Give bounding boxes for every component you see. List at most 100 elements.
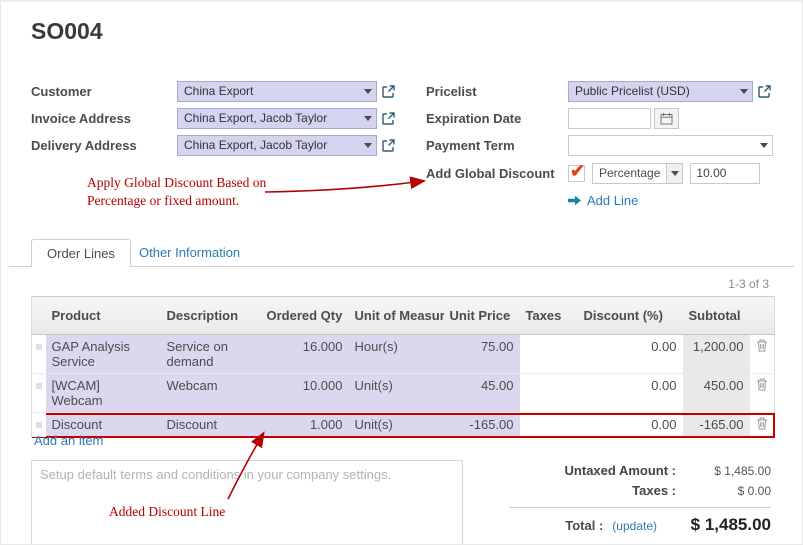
cell-subtotal: 1,200.00: [683, 335, 750, 374]
tab-other-information-label: Other Information: [139, 245, 240, 260]
chevron-down-icon: [740, 89, 748, 94]
field-row-invoice-address: Invoice Address China Export, Jacob Tayl…: [31, 107, 395, 129]
add-line-arrow-icon: [568, 195, 581, 206]
arrow-to-global-discount: [265, 181, 423, 192]
order-line-row-discount[interactable]: Discount Discount 1.000 Unit(s) -165.00 …: [32, 413, 775, 438]
sale-order-form: SO004 Customer China Export Invoice Addr…: [0, 0, 803, 545]
totals-divider: [509, 507, 771, 508]
external-link-icon: [382, 139, 395, 152]
taxes-row: Taxes : $ 0.00: [509, 483, 771, 498]
cell-discount[interactable]: 0.00: [578, 374, 683, 413]
trash-icon: [756, 339, 768, 352]
order-line-row[interactable]: [WCAM] Webcam Webcam 10.000 Unit(s) 45.0…: [32, 374, 775, 413]
cell-unit-price[interactable]: 75.00: [444, 335, 520, 374]
header-taxes: Taxes: [520, 297, 578, 335]
cell-taxes[interactable]: [520, 413, 578, 438]
untaxed-amount-row: Untaxed Amount : $ 1,485.00: [509, 463, 771, 478]
terms-and-conditions-textarea[interactable]: [31, 460, 463, 545]
cell-ordered-qty[interactable]: 10.000: [261, 374, 349, 413]
cell-unit-of-measure[interactable]: Unit(s): [349, 413, 444, 438]
cell-discount[interactable]: 0.00: [578, 413, 683, 438]
delete-row-button[interactable]: [750, 335, 775, 374]
tab-order-lines-label: Order Lines: [47, 246, 115, 261]
cell-description[interactable]: Webcam: [161, 374, 261, 413]
expiration-date-label: Expiration Date: [426, 111, 568, 126]
taxes-label: Taxes :: [632, 483, 676, 498]
cell-unit-price[interactable]: 45.00: [444, 374, 520, 413]
untaxed-amount-value: $ 1,485.00: [676, 464, 771, 478]
customer-dropdown[interactable]: China Export: [177, 81, 377, 102]
external-link-icon: [382, 112, 395, 125]
header-description: Description: [161, 297, 261, 335]
cell-product[interactable]: [WCAM] Webcam: [46, 374, 161, 413]
trash-icon: [756, 417, 768, 430]
pricelist-external-link-button[interactable]: [758, 85, 771, 98]
invoice-address-label: Invoice Address: [31, 111, 177, 126]
total-value: $ 1,485.00: [666, 515, 771, 535]
customer-external-link-button[interactable]: [382, 85, 395, 98]
cell-unit-of-measure[interactable]: Unit(s): [349, 374, 444, 413]
field-row-payment-term: Payment Term: [426, 134, 773, 156]
delivery-address-value: China Export, Jacob Taylor: [184, 138, 360, 152]
chevron-down-icon: [364, 116, 372, 121]
cell-description[interactable]: Service on demand: [161, 335, 261, 374]
pricelist-value: Public Pricelist (USD): [575, 84, 736, 98]
calendar-button[interactable]: [654, 108, 679, 129]
select-caret-box: [666, 164, 682, 183]
cell-subtotal: 450.00: [683, 374, 750, 413]
cell-product[interactable]: GAP Analysis Service: [46, 335, 161, 374]
invoice-address-external-link-button[interactable]: [382, 112, 395, 125]
delivery-address-dropdown[interactable]: China Export, Jacob Taylor: [177, 135, 377, 156]
chevron-down-icon: [364, 143, 372, 148]
header-unit-of-measure: Unit of Measure: [349, 297, 444, 335]
add-line-label: Add Line: [587, 193, 638, 208]
cell-taxes[interactable]: [520, 374, 578, 413]
add-an-item-link[interactable]: Add an item: [34, 433, 103, 448]
cell-discount[interactable]: 0.00: [578, 335, 683, 374]
cell-unit-of-measure[interactable]: Hour(s): [349, 335, 444, 374]
delivery-address-external-link-button[interactable]: [382, 139, 395, 152]
invoice-address-value: China Export, Jacob Taylor: [184, 111, 360, 125]
tab-other-information[interactable]: Other Information: [139, 245, 240, 260]
cell-taxes[interactable]: [520, 335, 578, 374]
discount-type-select[interactable]: Percentage: [592, 163, 683, 184]
field-row-delivery-address: Delivery Address China Export, Jacob Tay…: [31, 134, 395, 156]
row-handle: [32, 374, 46, 413]
total-row: Total : (update) $ 1,485.00: [509, 515, 771, 535]
order-line-row[interactable]: GAP Analysis Service Service on demand 1…: [32, 335, 775, 374]
add-line-button[interactable]: Add Line: [568, 193, 638, 208]
cell-description[interactable]: Discount: [161, 413, 261, 438]
chevron-down-icon: [671, 171, 679, 176]
cell-ordered-qty[interactable]: 16.000: [261, 335, 349, 374]
untaxed-amount-label: Untaxed Amount :: [565, 463, 676, 478]
field-row-customer: Customer China Export: [31, 80, 395, 102]
payment-term-label: Payment Term: [426, 138, 568, 153]
chevron-down-icon: [364, 89, 372, 94]
header-subtotal: Subtotal: [683, 297, 750, 335]
tab-order-lines[interactable]: Order Lines: [31, 239, 131, 267]
header-discount: Discount (%): [578, 297, 683, 335]
chevron-down-icon: [760, 143, 768, 148]
global-discount-label: Add Global Discount: [426, 166, 568, 181]
payment-term-dropdown[interactable]: [568, 135, 773, 156]
customer-label: Customer: [31, 84, 177, 99]
total-label: Total :: [565, 518, 603, 533]
pricelist-dropdown[interactable]: Public Pricelist (USD): [568, 81, 753, 102]
global-discount-checkbox[interactable]: [568, 165, 585, 182]
header-ordered-qty: Ordered Qty: [261, 297, 349, 335]
discount-amount-input[interactable]: [690, 163, 760, 184]
totals-panel: Untaxed Amount : $ 1,485.00 Taxes : $ 0.…: [509, 463, 771, 535]
delete-row-button[interactable]: [750, 374, 775, 413]
delete-row-button[interactable]: [750, 413, 775, 438]
cell-subtotal: -165.00: [683, 413, 750, 438]
customer-value: China Export: [184, 84, 360, 98]
field-row-global-discount: Add Global Discount Percentage: [426, 162, 760, 184]
cell-ordered-qty[interactable]: 1.000: [261, 413, 349, 438]
update-total-link[interactable]: (update): [612, 519, 657, 533]
invoice-address-dropdown[interactable]: China Export, Jacob Taylor: [177, 108, 377, 129]
calendar-icon: [660, 112, 673, 125]
expiration-date-input[interactable]: [568, 108, 651, 129]
order-lines-table: Product Description Ordered Qty Unit of …: [31, 296, 775, 438]
cell-unit-price[interactable]: -165.00: [444, 413, 520, 438]
pager: 1-3 of 3: [728, 277, 769, 291]
